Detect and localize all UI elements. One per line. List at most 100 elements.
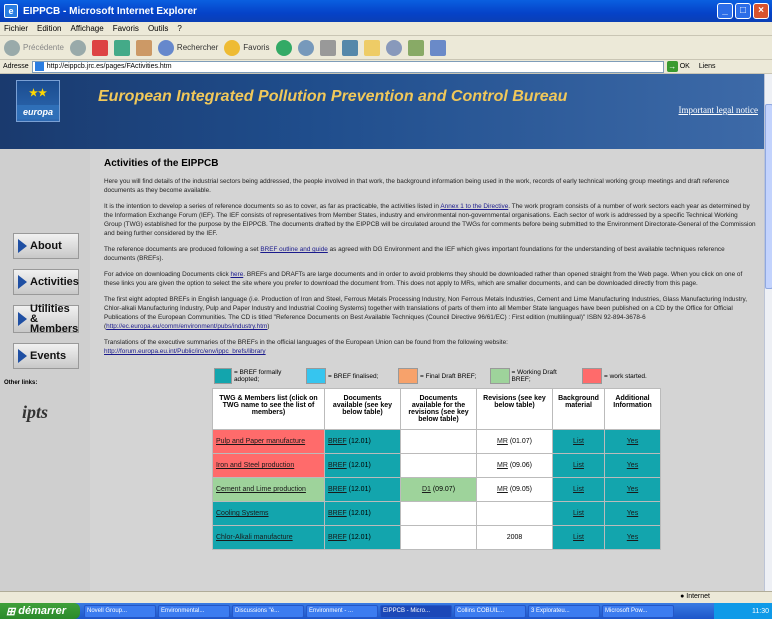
taskbar-item[interactable]: Collins COBUIL...	[454, 604, 526, 618]
refresh-button[interactable]	[113, 39, 130, 56]
stop-button[interactable]	[91, 39, 108, 56]
mr-link[interactable]: MR	[497, 462, 508, 469]
taskbar-item[interactable]: Microsoft Pow...	[602, 604, 674, 618]
arrow-icon	[18, 239, 27, 253]
info-link[interactable]: Yes	[627, 462, 638, 469]
taskbar-item[interactable]: Environmental...	[158, 604, 230, 618]
taskbar-item[interactable]: Discussions "é...	[232, 604, 304, 618]
close-button[interactable]: ×	[753, 3, 769, 19]
twg-link[interactable]: Chlor-Alkali manufacture	[216, 534, 293, 541]
legend: = BREF formally adopted; = BREF finalise…	[214, 368, 756, 384]
bref-link[interactable]: BREF	[328, 534, 347, 541]
window-button[interactable]	[429, 39, 446, 56]
info-cell: Yes	[604, 525, 661, 550]
back-button[interactable]: Précédente	[4, 39, 64, 56]
nav-activities[interactable]: Activities	[13, 269, 79, 295]
mr-link[interactable]: MR	[497, 486, 508, 493]
column-header: Documents available (see key below table…	[324, 388, 401, 430]
info-link[interactable]: Yes	[627, 510, 638, 517]
star-icon	[224, 39, 241, 56]
print-button[interactable]	[319, 39, 336, 56]
bref-outline-link[interactable]: BREF outline and guide	[260, 246, 328, 253]
messenger-button[interactable]	[407, 39, 424, 56]
forward-button[interactable]	[69, 39, 86, 56]
table-row: Chlor-Alkali manufacture BREF (12.01) 20…	[212, 525, 661, 550]
rev-docs-cell	[400, 501, 477, 526]
menu-fichier[interactable]: Fichier	[4, 24, 28, 33]
docs-cell: BREF (12.01)	[324, 501, 401, 526]
info-cell: Yes	[604, 453, 661, 478]
nav-events[interactable]: Events	[13, 343, 79, 369]
info-link[interactable]: Yes	[627, 438, 638, 445]
vertical-scrollbar[interactable]	[764, 74, 772, 591]
background-list-link[interactable]: List	[573, 438, 584, 445]
research-icon	[385, 39, 402, 56]
download-advice-link[interactable]: here	[230, 271, 243, 278]
window-titlebar: e EIPPCB - Microsoft Internet Explorer _…	[0, 0, 772, 22]
background-list-link[interactable]: List	[573, 510, 584, 517]
menu-favoris[interactable]: Favoris	[113, 24, 139, 33]
toolbar: Précédente Rechercher Favoris	[0, 36, 772, 60]
task-list: Novell Group... Environmental... Discuss…	[84, 604, 674, 618]
minimize-button[interactable]: _	[717, 3, 733, 19]
annex-link[interactable]: Annex 1 to the Directive	[440, 203, 508, 210]
menu-edition[interactable]: Edition	[37, 24, 61, 33]
menu-help[interactable]: ?	[177, 24, 181, 33]
forum-link[interactable]: http://forum.europa.eu.int/Public/irc/en…	[104, 348, 266, 355]
menu-bar: Fichier Edition Affichage Favoris Outils…	[0, 22, 772, 36]
taskbar-item[interactable]: 3 Explorateu...	[528, 604, 600, 618]
search-button[interactable]: Rechercher	[157, 39, 218, 56]
bref-link[interactable]: BREF	[328, 486, 347, 493]
legal-notice-link[interactable]: Important legal notice	[679, 105, 758, 115]
links-label[interactable]: Liens	[699, 63, 716, 70]
globe-icon: ●	[680, 593, 685, 600]
background-list-link[interactable]: List	[573, 486, 584, 493]
twg-cell: Iron and Steel production	[212, 453, 325, 478]
eu-stars-icon: ★★	[29, 87, 47, 99]
nav-about[interactable]: About	[13, 233, 79, 259]
twg-link[interactable]: Iron and Steel production	[216, 462, 294, 469]
start-button[interactable]: ⊞ démarrer	[0, 603, 80, 619]
background-list-link[interactable]: List	[573, 534, 584, 541]
menu-outils[interactable]: Outils	[148, 24, 168, 33]
mr-link[interactable]: MR	[497, 438, 508, 445]
scrollbar-thumb[interactable]	[765, 104, 772, 289]
taskbar-item[interactable]: EIPPCB - Micro...	[380, 604, 452, 618]
address-label: Adresse	[3, 63, 29, 70]
ipts-logo[interactable]: ipts	[22, 402, 58, 430]
folder-button[interactable]	[363, 39, 380, 56]
history-button[interactable]	[275, 39, 292, 56]
address-input[interactable]: http://eippcb.jrc.es/pages/FActivities.h…	[31, 60, 664, 73]
download-paragraph: For advice on downloading Documents clic…	[104, 271, 743, 287]
info-link[interactable]: Yes	[627, 534, 638, 541]
home-button[interactable]	[135, 39, 152, 56]
legend-item-working-draft: = Working Draft BREF;	[490, 368, 576, 384]
window-icon	[429, 39, 446, 56]
taskbar-item[interactable]: Novell Group...	[84, 604, 156, 618]
maximize-button[interactable]: □	[735, 3, 751, 19]
go-button[interactable]: → OK	[666, 61, 690, 72]
twg-link[interactable]: Pulp and Paper manufacture	[216, 438, 305, 445]
legend-swatch	[214, 368, 232, 384]
pubs-link[interactable]: http://ec.europa.eu/comm/environment/pub…	[106, 323, 267, 330]
draft-link[interactable]: D1	[422, 486, 431, 493]
cd-paragraph: The first eight adopted BREFs in English…	[104, 296, 748, 330]
mail-button[interactable]	[297, 39, 314, 56]
research-button[interactable]	[385, 39, 402, 56]
page-icon	[34, 62, 44, 71]
bref-link[interactable]: BREF	[328, 510, 347, 517]
legend-swatch	[306, 368, 326, 384]
nav-utilities-members[interactable]: Utilities & Members	[13, 304, 79, 335]
taskbar-item[interactable]: Environment - ...	[306, 604, 378, 618]
favorites-button[interactable]: Favoris	[224, 39, 270, 56]
twg-link[interactable]: Cement and Lime production	[216, 486, 306, 493]
edit-button[interactable]	[341, 39, 358, 56]
europa-logo[interactable]: ★★ europa	[16, 80, 60, 122]
bref-link[interactable]: BREF	[328, 462, 347, 469]
info-link[interactable]: Yes	[627, 486, 638, 493]
background-list-link[interactable]: List	[573, 462, 584, 469]
twg-link[interactable]: Cooling Systems	[216, 510, 269, 517]
bref-link[interactable]: BREF	[328, 438, 347, 445]
refresh-icon	[113, 39, 130, 56]
menu-affichage[interactable]: Affichage	[70, 24, 103, 33]
